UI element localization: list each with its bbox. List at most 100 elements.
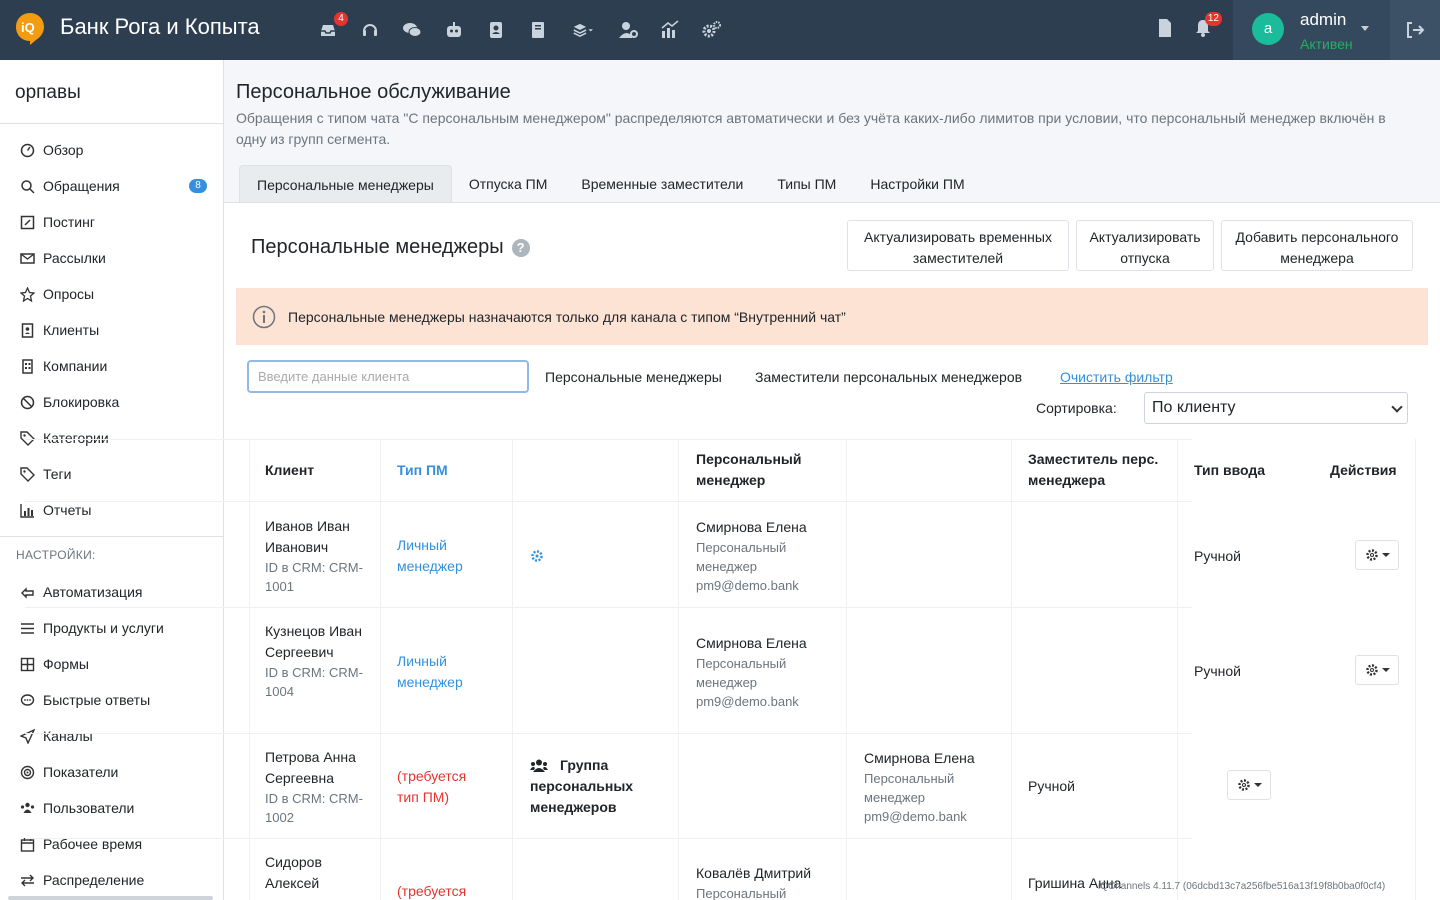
sidebar-settings-item-0[interactable]: Автоматизация (20, 581, 210, 603)
brand-name[interactable]: Банк Рога и Копыта (60, 14, 260, 40)
client-name[interactable]: Петрова Анна Сергеевна (265, 747, 375, 789)
logout-button[interactable] (1390, 0, 1440, 60)
sidebar-settings-item-5[interactable]: Показатели (20, 761, 210, 783)
sort-select[interactable]: По клиенту (1144, 392, 1408, 424)
update-deputies-button[interactable]: Актуализировать временных заместителей (847, 220, 1069, 271)
sidebar-item-label: Обзор (43, 142, 84, 158)
tab-pm-types[interactable]: Типы ПМ (760, 165, 853, 203)
manager-name: Смирнова Елена (864, 750, 975, 766)
table-border (25, 838, 1192, 839)
robot-icon[interactable] (442, 18, 466, 42)
sidebar-item-7[interactable]: Блокировка (20, 391, 210, 413)
app-logo-icon[interactable]: iQ (15, 12, 45, 46)
sidebar-item-label: Пользователи (43, 800, 135, 816)
sidebar-settings-item-8[interactable]: Распределение (20, 869, 210, 891)
analytics-icon[interactable] (658, 18, 682, 42)
input-type: Ручной (1028, 778, 1075, 794)
input-type: Ручной (1194, 663, 1241, 679)
update-vacations-button[interactable]: Актуализировать отпуска (1076, 220, 1214, 271)
table-border (512, 439, 513, 900)
tab-vacations[interactable]: Отпуска ПМ (452, 165, 565, 203)
table-border (25, 733, 1192, 734)
sidebar-item-label: Блокировка (43, 394, 120, 410)
sidebar-item-label: Опросы (43, 286, 95, 302)
bell-icon[interactable]: 12 (1194, 12, 1222, 41)
sidebar-scrollbar[interactable] (8, 896, 213, 900)
sidebar-item-label: Автоматизация (43, 584, 143, 600)
user-menu[interactable]: a admin Активен (1233, 0, 1390, 60)
top-navbar: iQ Банк Рога и Копыта 4 12 a admin Актив… (0, 0, 1440, 60)
sidebar-item-9[interactable]: Теги (20, 463, 210, 485)
book-icon[interactable] (526, 18, 550, 42)
inbox-icon[interactable]: 4 (316, 12, 348, 42)
sidebar-item-2[interactable]: Постинг (20, 211, 210, 233)
users-group-icon (530, 759, 548, 772)
pm-type-required[interactable]: (требуется (397, 881, 466, 900)
sidebar-item-10[interactable]: Отчеты (20, 499, 210, 521)
caret-down-icon (1381, 553, 1390, 557)
col-pm-type[interactable]: Тип ПМ (397, 439, 448, 501)
table-icon (20, 657, 35, 671)
contacts-icon[interactable] (484, 18, 508, 42)
page-description: Обращения с типом чата "С персональным м… (236, 110, 1386, 147)
add-manager-button[interactable]: Добавить персонального менеджера (1221, 220, 1413, 271)
clear-filter-link[interactable]: Очистить фильтр (1060, 369, 1173, 385)
table-border (25, 439, 1192, 440)
client-crm-id: ID в CRM: CRM-1004 (265, 665, 363, 699)
chevron-down-icon (1391, 401, 1403, 413)
sidebar-item-3[interactable]: Рассылки (20, 247, 210, 269)
help-icon[interactable]: ? (511, 238, 530, 257)
sidebar-title: орпавы (15, 82, 81, 103)
sidebar-item-1[interactable]: Обращения 8 (20, 175, 210, 197)
table-border (25, 607, 1192, 608)
client-name[interactable]: Сидоров Алексей (265, 852, 355, 894)
list-icon (21, 622, 34, 634)
client-name[interactable]: Иванов Иван Иванович (265, 516, 370, 558)
row-actions-button[interactable] (1227, 770, 1271, 800)
client-name[interactable]: Кузнецов Иван Сергеевич (265, 621, 365, 663)
filter-deputies[interactable]: Заместители персональных менеджеров (755, 369, 1022, 385)
user-settings-icon[interactable] (616, 18, 640, 42)
sidebar-settings-item-3[interactable]: Быстрые ответы (20, 689, 210, 711)
page-title: Персональное обслуживание (236, 81, 511, 103)
manager-role: Персональный (696, 886, 787, 900)
tag-icon (20, 466, 35, 482)
manager-email: pm9@demo.bank (864, 809, 967, 824)
manager-role: Персональный менеджер (696, 656, 787, 690)
manager-role: Персональный менеджер (696, 540, 787, 574)
divider (0, 123, 223, 124)
col-client[interactable]: Клиент (265, 439, 314, 501)
pm-type-link[interactable]: Личный менеджер (397, 651, 487, 693)
tab-personal-managers[interactable]: Персональные менеджеры (239, 165, 452, 203)
filter-managers[interactable]: Персональные менеджеры (545, 369, 722, 385)
sidebar-item-label: Продукты и услуги (43, 620, 164, 636)
row-actions-button[interactable] (1355, 655, 1399, 685)
pm-type-link[interactable]: Личный менеджер (397, 535, 487, 577)
inbox-badge: 4 (334, 12, 348, 26)
sidebar-item-label: Категории (43, 430, 109, 446)
chats-icon[interactable] (400, 18, 424, 42)
tab-pm-settings[interactable]: Настройки ПМ (853, 165, 981, 203)
tab-temp-deputies[interactable]: Временные заместители (564, 165, 760, 203)
gears-icon[interactable] (700, 18, 724, 42)
headset-icon[interactable] (358, 18, 382, 42)
gear-icon (1365, 664, 1378, 676)
exchange-icon (21, 874, 34, 886)
sidebar-item-6[interactable]: Компании (20, 355, 210, 377)
sidebar-item-5[interactable]: Клиенты (20, 319, 210, 341)
sort-label: Сортировка: (1036, 400, 1117, 416)
document-icon[interactable] (1157, 18, 1173, 41)
automation-icon (21, 586, 34, 599)
sidebar-settings-item-7[interactable]: Рабочее время (20, 833, 210, 855)
sidebar-settings-item-2[interactable]: Формы (20, 653, 210, 675)
row-actions-button[interactable] (1355, 540, 1399, 570)
sidebar-settings-item-6[interactable]: Пользователи (20, 797, 210, 819)
layers-icon[interactable] (568, 18, 598, 42)
sidebar-item-4[interactable]: Опросы (20, 283, 210, 305)
sidebar-settings-item-4[interactable]: Каналы (20, 725, 210, 747)
sidebar-item-0[interactable]: Обзор (20, 139, 210, 161)
pm-type-required[interactable]: (требуется тип ПМ) (397, 766, 487, 808)
client-search-input[interactable] (247, 360, 529, 393)
sidebar-settings-item-1[interactable]: Продукты и услуги (20, 617, 210, 639)
sidebar-item-8[interactable]: Категории (20, 427, 210, 449)
